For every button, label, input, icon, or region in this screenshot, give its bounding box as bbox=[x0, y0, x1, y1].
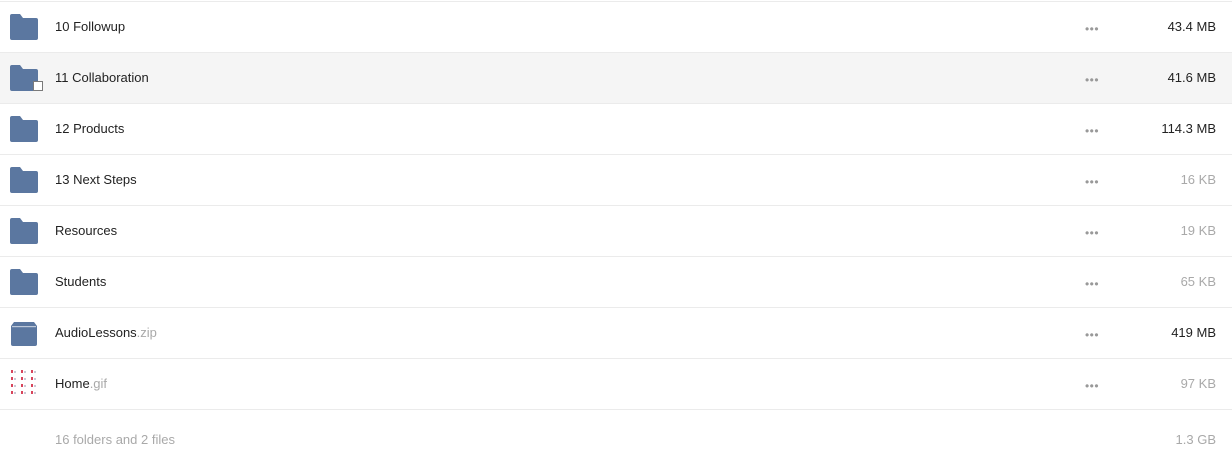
file-list: 10 Followup ••• 43.4 MB 11 Collaboration •••… bbox=[0, 1, 1232, 465]
file-name-base: 10 Followup bbox=[55, 19, 126, 34]
folder-icon bbox=[10, 218, 38, 244]
file-name-base: AudioLessons bbox=[55, 325, 137, 340]
file-name-base: Home bbox=[55, 376, 90, 391]
file-row[interactable]: Resources ••• 19 KB bbox=[0, 205, 1232, 256]
file-size: 43.4 MB bbox=[1167, 19, 1216, 34]
file-row[interactable]: Students ••• 65 KB bbox=[0, 256, 1232, 307]
file-row[interactable]: Home.gif ••• 97 KB bbox=[0, 358, 1232, 409]
archive-icon bbox=[10, 320, 38, 346]
file-name-base: 11 Collaboration bbox=[55, 70, 149, 85]
more-actions-icon[interactable]: ••• bbox=[1080, 120, 1104, 138]
file-size: 16 KB bbox=[1180, 172, 1216, 187]
file-size: 97 KB bbox=[1180, 376, 1216, 391]
select-checkbox[interactable] bbox=[33, 81, 43, 91]
summary-total-size: 1.3 GB bbox=[1175, 432, 1216, 447]
file-name[interactable]: 11 Collaboration bbox=[55, 69, 149, 87]
file-name[interactable]: 12 Products bbox=[55, 120, 124, 138]
more-actions-icon[interactable]: ••• bbox=[1080, 18, 1104, 36]
file-row[interactable]: 10 Followup ••• 43.4 MB bbox=[0, 1, 1232, 52]
file-name[interactable]: 10 Followup bbox=[55, 18, 125, 36]
image-thumbnail-icon bbox=[10, 369, 38, 395]
file-name[interactable]: Resources bbox=[55, 222, 117, 240]
summary-text: 16 folders and 2 files bbox=[55, 432, 175, 447]
file-name[interactable]: Students bbox=[55, 273, 106, 291]
file-row[interactable]: AudioLessons.zip ••• 419 MB bbox=[0, 307, 1232, 358]
file-name[interactable]: 13 Next Steps bbox=[55, 171, 137, 189]
folder-icon bbox=[10, 116, 38, 142]
summary-row: 16 folders and 2 files 1.3 GB bbox=[0, 409, 1232, 465]
file-name[interactable]: Home.gif bbox=[55, 375, 107, 393]
file-name-base: 12 Products bbox=[55, 121, 125, 136]
file-size: 419 MB bbox=[1171, 325, 1216, 340]
folder-icon bbox=[10, 269, 38, 295]
more-actions-icon[interactable]: ••• bbox=[1080, 324, 1104, 342]
file-row[interactable]: 12 Products ••• 114.3 MB bbox=[0, 103, 1232, 154]
more-actions-icon[interactable]: ••• bbox=[1080, 375, 1104, 393]
file-size: 65 KB bbox=[1180, 274, 1216, 289]
more-actions-icon[interactable]: ••• bbox=[1080, 273, 1104, 291]
file-row[interactable]: 11 Collaboration ••• 41.6 MB bbox=[0, 52, 1232, 103]
more-actions-icon[interactable]: ••• bbox=[1080, 69, 1104, 87]
file-size: 41.6 MB bbox=[1167, 70, 1216, 85]
file-row[interactable]: 13 Next Steps ••• 16 KB bbox=[0, 154, 1232, 205]
more-actions-icon[interactable]: ••• bbox=[1080, 222, 1104, 240]
file-name-base: 13 Next Steps bbox=[55, 172, 137, 187]
folder-icon bbox=[10, 167, 38, 193]
file-size: 114.3 MB bbox=[1161, 121, 1216, 136]
folder-icon bbox=[10, 14, 38, 40]
file-name-base: Resources bbox=[55, 223, 118, 238]
file-extension: .gif bbox=[89, 376, 108, 391]
more-actions-icon[interactable]: ••• bbox=[1080, 171, 1104, 189]
file-name-base: Students bbox=[55, 274, 107, 289]
file-name[interactable]: AudioLessons.zip bbox=[55, 324, 157, 342]
file-extension: .zip bbox=[136, 325, 157, 340]
file-size: 19 KB bbox=[1180, 223, 1216, 238]
